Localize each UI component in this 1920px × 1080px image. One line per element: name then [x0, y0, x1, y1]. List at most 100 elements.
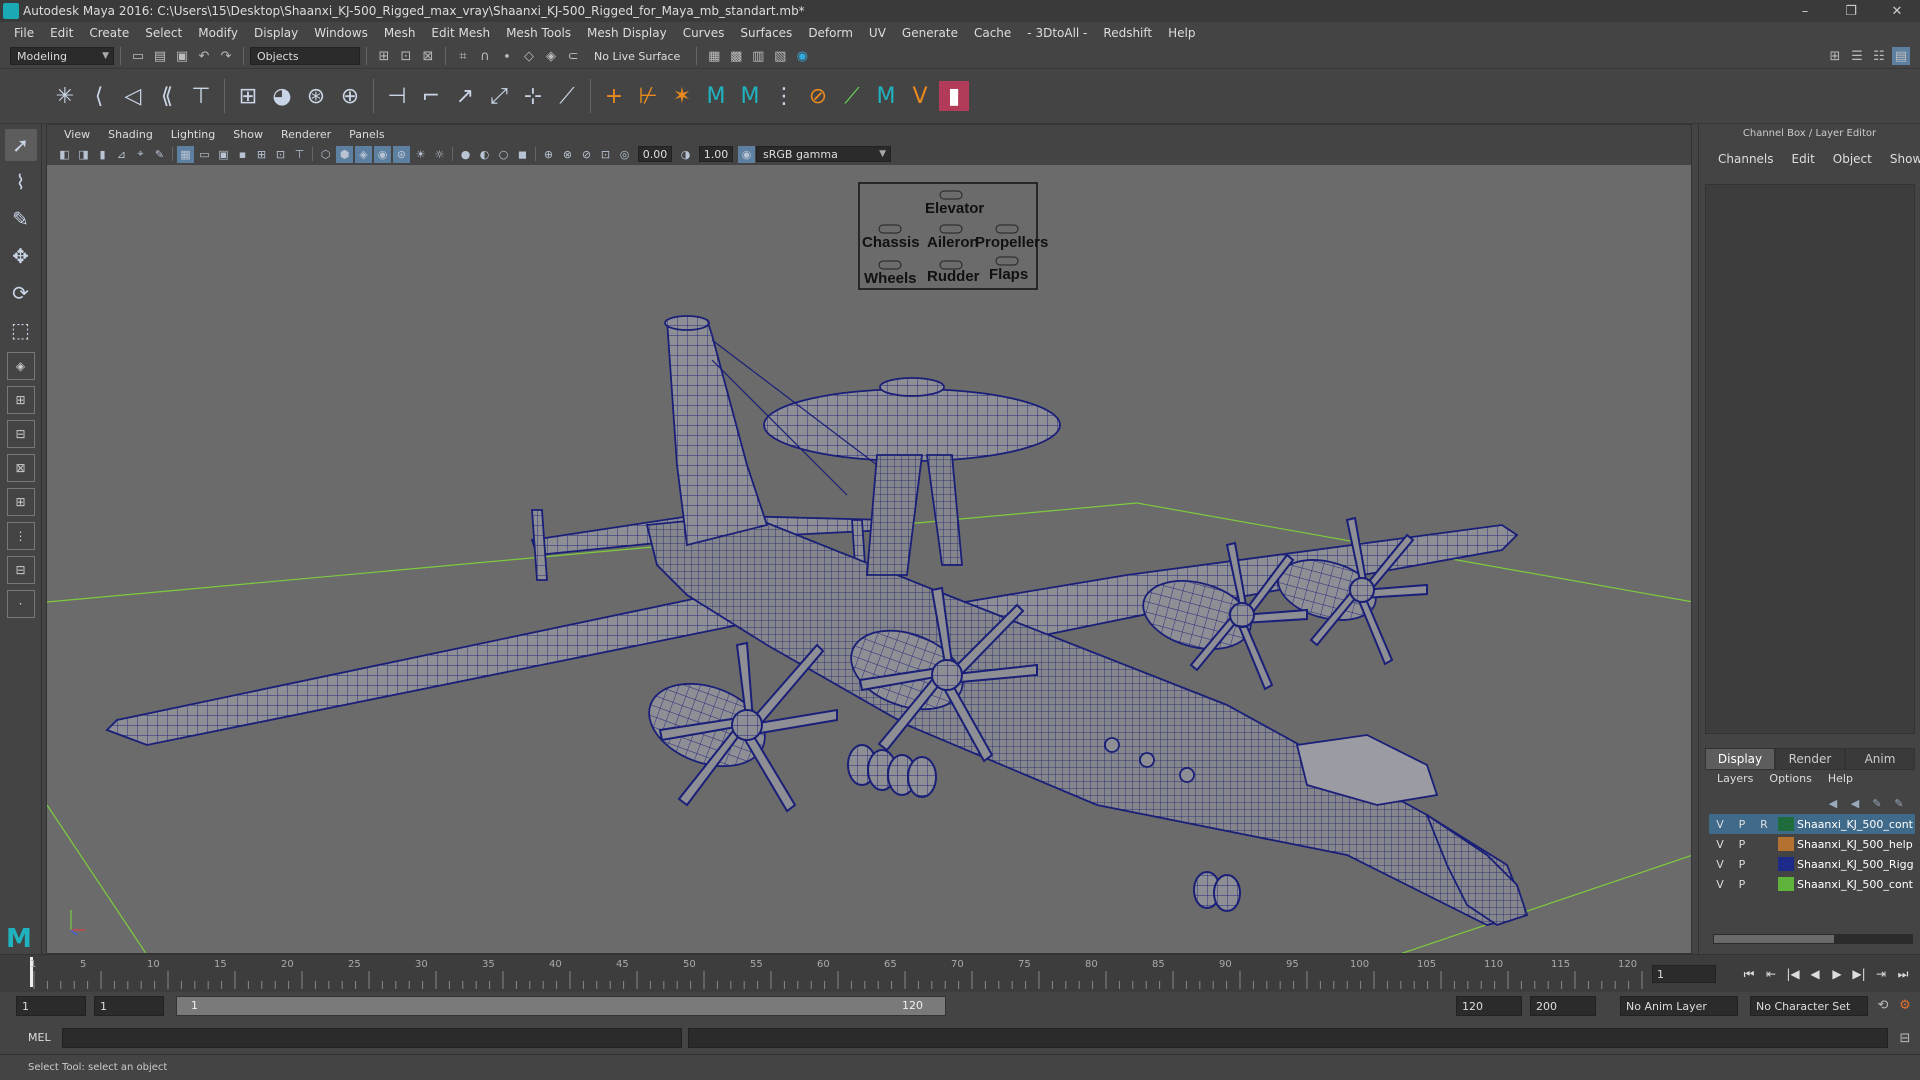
- viewport-menu-panels[interactable]: Panels: [340, 128, 393, 141]
- play-backward-icon[interactable]: ◀: [1804, 965, 1826, 983]
- control-elevator[interactable]: Elevator: [925, 200, 984, 217]
- layer-name[interactable]: Shaanxi_KJ_500_helpers: [1797, 838, 1913, 851]
- cluster-handle-icon[interactable]: ⊬: [633, 81, 663, 111]
- rig-controls-panel[interactable]: Elevator Chassis Aileron Propellers Whee…: [858, 182, 1048, 290]
- bind-skin-icon[interactable]: ⊣: [382, 81, 412, 111]
- layer-scrollbar[interactable]: [1713, 934, 1913, 944]
- persp-outliner-icon[interactable]: ⊟: [6, 420, 35, 448]
- smooth-shade-icon[interactable]: ⬢: [336, 145, 353, 163]
- grid-toggle-icon[interactable]: ▦: [177, 145, 194, 163]
- humanik-icon[interactable]: ⊤: [186, 81, 216, 111]
- film-gate-icon[interactable]: ▭: [196, 146, 213, 163]
- command-input[interactable]: [62, 1028, 682, 1048]
- scrollbar-thumb[interactable]: [1714, 935, 1834, 943]
- undo-icon[interactable]: ↶: [195, 47, 213, 65]
- playback-toggle[interactable]: P: [1731, 815, 1753, 833]
- visibility-toggle[interactable]: V: [1709, 835, 1731, 853]
- select-by-hierarchy-icon[interactable]: ⊞: [375, 47, 393, 65]
- modeling-toolkit-icon[interactable]: ⊞: [1826, 47, 1844, 65]
- live-surface-label[interactable]: No Live Surface: [594, 50, 680, 63]
- menu-windows[interactable]: Windows: [306, 26, 376, 40]
- minimize-button[interactable]: –: [1782, 0, 1828, 22]
- grease-pencil-icon[interactable]: ✎: [151, 146, 168, 163]
- attribute-editor-icon[interactable]: ☰: [1848, 47, 1866, 65]
- aircraft-model[interactable]: [105, 315, 1529, 926]
- gamma-icon[interactable]: ◑: [677, 146, 694, 163]
- control-aileron[interactable]: Aileron: [927, 234, 979, 251]
- time-slider[interactable]: 1 5 10 15 20 25 30 35 40 45 50 55 60 65 …: [0, 954, 1920, 992]
- redo-icon[interactable]: ↷: [217, 47, 235, 65]
- paint-select-icon[interactable]: ✎: [5, 203, 37, 235]
- layer-row[interactable]: V P Shaanxi_KJ_500_controllers: [1709, 874, 1915, 894]
- channel-box-area[interactable]: [1705, 184, 1915, 734]
- xray-joints-icon[interactable]: ⊗: [559, 146, 576, 163]
- anim-layer-dropdown[interactable]: No Anim Layer: [1620, 996, 1738, 1016]
- menu-curves[interactable]: Curves: [675, 26, 733, 40]
- select-by-object-icon[interactable]: ⊡: [397, 47, 415, 65]
- playback-start-field[interactable]: 1: [94, 996, 164, 1016]
- render-view-icon[interactable]: ▦: [705, 47, 723, 65]
- exposure-icon[interactable]: ◎: [616, 146, 633, 163]
- control-propellers[interactable]: Propellers: [975, 234, 1048, 251]
- menu-select[interactable]: Select: [137, 26, 190, 40]
- lasso-tool-icon[interactable]: ⌇: [5, 166, 37, 198]
- layer-menu-help[interactable]: Help: [1820, 772, 1861, 785]
- new-layer-icon[interactable]: ✎: [1868, 794, 1886, 812]
- magnet-icon[interactable]: ⊂: [564, 47, 582, 65]
- menu-uv[interactable]: UV: [861, 26, 894, 40]
- paint-brush-icon[interactable]: ⟋: [837, 81, 867, 111]
- mash-network-icon[interactable]: M: [735, 81, 765, 111]
- gamma-field[interactable]: 1.00: [699, 146, 733, 162]
- layer-color-swatch[interactable]: [1778, 817, 1794, 831]
- maximize-button[interactable]: ❐: [1828, 0, 1874, 22]
- menu-deform[interactable]: Deform: [800, 26, 861, 40]
- channel-menu-channels[interactable]: Channels: [1709, 152, 1783, 166]
- field-chart-icon[interactable]: ⊞: [253, 146, 270, 163]
- menu-create[interactable]: Create: [81, 26, 137, 40]
- exposure-field[interactable]: 0.00: [638, 146, 672, 162]
- 3d-canvas[interactable]: Elevator Chassis Aileron Propellers Whee…: [47, 165, 1691, 953]
- safe-action-icon[interactable]: ⊡: [272, 146, 289, 163]
- more-layouts-icon[interactable]: ·: [6, 590, 35, 618]
- resolution-gate-icon[interactable]: ▣: [215, 146, 232, 163]
- script-language-label[interactable]: MEL: [28, 1031, 51, 1044]
- image-plane-icon[interactable]: ⊿: [113, 146, 130, 163]
- visibility-toggle[interactable]: V: [1709, 855, 1731, 873]
- reference-toggle[interactable]: R: [1753, 815, 1775, 833]
- step-forward-key-icon[interactable]: ⇥: [1870, 965, 1892, 983]
- viewport-menu-renderer[interactable]: Renderer: [272, 128, 340, 141]
- parent-constraint-icon[interactable]: ⌐: [416, 81, 446, 111]
- layer-menu-layers[interactable]: Layers: [1709, 772, 1761, 785]
- menu-edit[interactable]: Edit: [42, 26, 81, 40]
- layer-color-swatch[interactable]: [1778, 877, 1794, 891]
- snap-curve-icon[interactable]: ∩: [476, 47, 494, 65]
- isolate-select-icon[interactable]: ⊕: [540, 146, 557, 163]
- anim-prefs-icon[interactable]: ⚙: [1896, 996, 1914, 1014]
- range-slider[interactable]: 1 120: [176, 996, 946, 1016]
- layer-color-swatch[interactable]: [1778, 857, 1794, 871]
- blendshape-icon[interactable]: ⋮: [769, 81, 799, 111]
- reference-toggle[interactable]: [1753, 855, 1775, 873]
- menu-generate[interactable]: Generate: [894, 26, 966, 40]
- layer-menu-options[interactable]: Options: [1761, 772, 1819, 785]
- layer-row[interactable]: V P Shaanxi_KJ_500_helpers: [1709, 834, 1915, 854]
- ik-handle-icon[interactable]: ⟨: [84, 81, 114, 111]
- save-scene-icon[interactable]: ▣: [173, 47, 191, 65]
- move-tool-icon[interactable]: ✥: [5, 240, 37, 272]
- wireframe-on-shaded-icon[interactable]: ◈: [355, 145, 372, 163]
- menu-file[interactable]: File: [6, 26, 42, 40]
- play-forward-icon[interactable]: ▶: [1826, 965, 1848, 983]
- auto-key-icon[interactable]: ⟲: [1874, 996, 1892, 1014]
- antialiasing-icon[interactable]: ○: [495, 146, 512, 163]
- reference-toggle[interactable]: [1753, 875, 1775, 893]
- select-tool-icon[interactable]: ➚: [4, 129, 37, 161]
- menu-set-dropdown[interactable]: Modeling ▼: [10, 47, 114, 65]
- gate-mask-icon[interactable]: ▪: [234, 146, 251, 163]
- safe-title-icon[interactable]: ⊤: [291, 146, 308, 163]
- menu-mesh[interactable]: Mesh: [376, 26, 424, 40]
- viewport-menu-show[interactable]: Show: [224, 128, 272, 141]
- animation-end-field[interactable]: 200: [1530, 996, 1596, 1016]
- depth-of-field-icon[interactable]: ◼: [514, 146, 531, 163]
- timeline-ruler[interactable]: 1 5 10 15 20 25 30 35 40 45 50 55 60 65 …: [30, 955, 1655, 991]
- tab-render[interactable]: Render: [1775, 748, 1845, 770]
